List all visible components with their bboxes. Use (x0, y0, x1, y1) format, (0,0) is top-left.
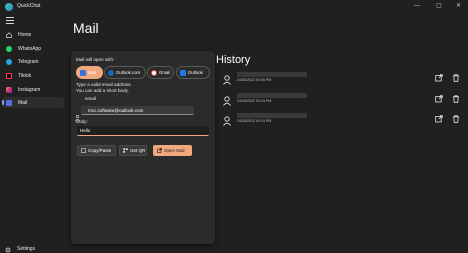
email-field[interactable]: mcc.software@outlook.com (81, 106, 194, 115)
home-icon (6, 31, 12, 38)
trash-icon[interactable] (450, 72, 461, 83)
copy-paste-button[interactable]: Copy/Paste (77, 145, 116, 156)
qr-code-icon (123, 148, 128, 153)
history-timestamp: 24/05/2022 00:24 PM (237, 119, 272, 123)
tiktok-icon (6, 72, 12, 79)
client-outlook-button[interactable]: Outlook (176, 66, 210, 79)
app-logo-icon (5, 3, 13, 11)
mail-client-icon (80, 69, 86, 76)
copy-paste-label: Copy/Paste (88, 148, 112, 153)
history-email-redacted (237, 93, 307, 98)
open-mail-label: Open Mail (164, 148, 185, 153)
open-external-icon (157, 148, 162, 153)
mail-icon (6, 99, 12, 106)
maximize-button[interactable]: ▢ (436, 2, 442, 10)
trash-icon[interactable] (450, 93, 461, 104)
close-button[interactable]: ✕ (456, 2, 461, 10)
title-bar: QuickChat — ▢ ✕ (0, 0, 468, 13)
instagram-icon (6, 86, 12, 93)
outlook-com-icon (108, 69, 114, 76)
history-title: History (216, 54, 251, 66)
menu-toggle-icon[interactable] (6, 17, 14, 24)
minimize-button[interactable]: — (414, 2, 420, 10)
client-gmail-button[interactable]: Gmail (147, 66, 174, 79)
mail-card: Mail will open with: Mail Outlook.com Gm… (71, 51, 215, 244)
email-label: email (85, 96, 96, 101)
client-label: Outlook.com (116, 70, 141, 75)
get-qr-button[interactable]: Get QR (119, 145, 147, 156)
open-external-icon[interactable] (433, 93, 444, 104)
client-outlook-com-button[interactable]: Outlook.com (104, 66, 146, 79)
history-item: 24/05/2022 00:06 PM (220, 71, 465, 85)
sidebar-item-telegram[interactable]: Telegram (2, 56, 64, 67)
body-label: Body: (76, 119, 88, 124)
sidebar: Home WhatsApp Telegram Tiktok Instagram … (0, 13, 66, 253)
outlook-icon (180, 69, 186, 76)
history-email-redacted (237, 72, 307, 77)
open-with-label: Mail will open with: (76, 57, 115, 62)
hint-line-2: You can add a short body. (76, 88, 129, 93)
client-label: Outlook (188, 70, 203, 75)
open-mail-button[interactable]: Open Mail (153, 145, 192, 156)
sidebar-item-settings[interactable]: Settings (5, 240, 35, 253)
user-icon (223, 113, 231, 126)
sidebar-item-instagram[interactable]: Instagram (2, 84, 64, 95)
client-label: Gmail (159, 70, 171, 75)
gmail-icon (151, 69, 157, 76)
hint-line-1: Type a valid email address. (76, 82, 132, 87)
sidebar-item-tiktok[interactable]: Tiktok (2, 70, 64, 81)
body-field[interactable]: Hello (77, 126, 209, 136)
history-item: 24/05/2022 00:24 PM (220, 112, 465, 126)
sidebar-item-label: WhatsApp (18, 45, 42, 52)
open-external-icon[interactable] (433, 72, 444, 83)
whatsapp-icon (6, 45, 12, 52)
sidebar-item-home[interactable]: Home (2, 29, 64, 40)
page-title: Mail (73, 20, 99, 36)
sidebar-item-label: Instagram (18, 86, 41, 93)
gear-icon (5, 240, 11, 253)
settings-label: Settings (17, 246, 36, 252)
telegram-icon (6, 58, 12, 65)
history-item: 24/05/2022 00:24 PM (220, 92, 465, 106)
clipboard-icon (81, 148, 86, 153)
client-mail-button[interactable]: Mail (76, 66, 103, 79)
user-icon (223, 72, 231, 85)
sidebar-item-label: Home (18, 31, 32, 38)
user-icon (223, 93, 231, 106)
history-timestamp: 24/05/2022 00:06 PM (237, 78, 272, 82)
sidebar-item-label: Mail (18, 99, 28, 106)
active-indicator (2, 100, 4, 105)
get-qr-label: Get QR (130, 148, 146, 153)
trash-icon[interactable] (450, 113, 461, 124)
app-title: QuickChat (17, 3, 41, 9)
sidebar-item-label: Tiktok (18, 72, 32, 79)
open-external-icon[interactable] (433, 113, 444, 124)
client-label: Mail (88, 70, 96, 75)
history-email-redacted (237, 113, 307, 118)
history-timestamp: 24/05/2022 00:24 PM (237, 99, 272, 103)
sidebar-item-whatsapp[interactable]: WhatsApp (2, 43, 64, 54)
sidebar-item-mail[interactable]: Mail (2, 97, 64, 108)
sidebar-item-label: Telegram (18, 58, 39, 65)
